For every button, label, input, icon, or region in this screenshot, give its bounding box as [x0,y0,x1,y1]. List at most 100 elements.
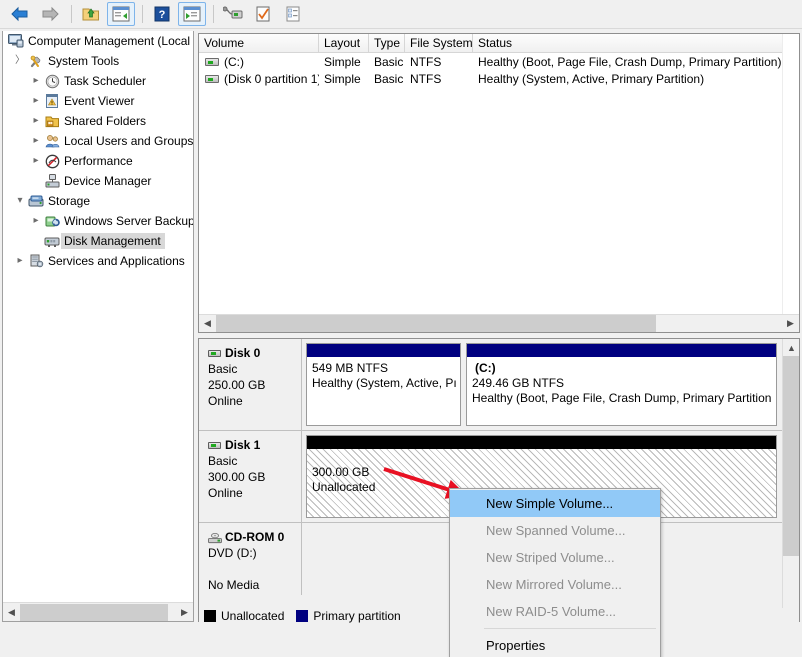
table-row[interactable]: (C:) Simple Basic NTFS Healthy (Boot, Pa… [199,53,799,70]
disk-0-state: Online [208,393,301,409]
cell-layout: Simple [319,55,369,69]
disk-row-disk-0[interactable]: Disk 0 Basic 250.00 GB Online 549 MB NTF… [199,339,783,431]
partition-color-bar [467,344,776,357]
chevron-right-icon[interactable]: ▸ [29,151,43,171]
scroll-left-arrow-icon[interactable]: ◀ [3,604,20,621]
forward-button[interactable] [36,2,64,26]
disk-icon [208,350,221,357]
toolbar-separator-1 [71,5,72,23]
volume-list-vertical-scrollbar[interactable] [782,34,799,316]
volume-list-header: Volume Layout Type File System Status [199,34,799,53]
tree-item-shared-folders[interactable]: ▸ Shared Folders [3,111,193,131]
services-icon [27,254,45,268]
cdrom-0-media-type: DVD (D:) [208,545,301,561]
help-icon: ? [154,6,170,22]
cell-volume: (C:) [219,55,319,69]
tree-item-local-users-and-groups[interactable]: ▸ Local Users and Groups [3,131,193,151]
disk-0-partitions: 549 MB NTFS Healthy (System, Active, Pı … [302,339,783,430]
tree-item-event-viewer[interactable]: ▸ Event Viewer [3,91,193,111]
tree-item-label: Shared Folders [61,114,146,128]
tree-item-label: Local Users and Groups [61,134,193,148]
tree-hscroll-track[interactable] [20,604,176,621]
users-icon [43,134,61,148]
show-hide-action-pane-button[interactable] [178,2,206,26]
disk-0-name: Disk 0 [225,345,260,361]
cdrom-0-info: CD-ROM 0 DVD (D:) No Media [199,523,302,595]
volume-list-pane: Volume Layout Type File System Status (C… [198,33,800,333]
menu-item-new-simple-volume[interactable]: New Simple Volume... [450,490,660,517]
tree-item-label: Disk Management [61,233,165,249]
menu-separator [484,628,656,629]
tree-item-system-tools[interactable]: 〉 System Tools [3,51,193,71]
cell-type: Basic [369,72,405,86]
up-one-level-button[interactable] [77,2,105,26]
chevron-right-icon[interactable]: ▸ [29,91,43,111]
forward-icon [40,6,60,22]
connect-to-another-computer-button[interactable] [219,2,247,26]
chevron-right-icon[interactable]: ▸ [13,251,27,271]
chevron-right-icon[interactable]: ▸ [29,131,43,151]
clock-icon [43,74,61,89]
volume-icon [205,58,219,66]
volume-list-horizontal-scrollbar[interactable]: ◀ ▶ [199,314,799,332]
console-tree-pane: Computer Management (Local 〉 System Tool… [2,31,194,622]
cell-file-system: NTFS [405,55,473,69]
tree-item-windows-server-backup[interactable]: ▸ Windows Server Backup [3,211,193,231]
partition-system-reserved[interactable]: 549 MB NTFS Healthy (System, Active, Pı [306,343,461,426]
cdrom-0-title-row: CD-ROM 0 [208,529,301,545]
disk-view-vscroll-thumb[interactable] [783,356,800,556]
menu-item-properties[interactable]: Properties [450,632,660,657]
volume-list-rows: (C:) Simple Basic NTFS Healthy (Boot, Pa… [199,53,799,87]
partition-color-bar [307,344,460,357]
disk-1-info: Disk 1 Basic 300.00 GB Online [199,431,302,522]
tree-item-task-scheduler[interactable]: ▸ Task Scheduler [3,71,193,91]
tree-item-device-manager[interactable]: Device Manager [3,171,193,191]
volume-hscroll-thumb[interactable] [216,315,656,332]
scroll-right-arrow-icon[interactable]: ▶ [176,604,193,621]
show-action-pane-icon [183,6,201,22]
storage-icon [27,194,45,208]
tree-item-label: Storage [45,194,90,208]
tree-item-services-and-applications[interactable]: ▸ Services and Applications [3,251,193,271]
disk-1-type: Basic [208,453,301,469]
column-header-layout[interactable]: Layout [319,34,369,52]
partition-c-drive[interactable]: (C:) 249.46 GB NTFS Healthy (Boot, Page … [466,343,777,426]
help-button[interactable]: ? [148,2,176,26]
tree-hscroll-thumb[interactable] [20,604,168,621]
chevron-down-icon[interactable]: ▾ [13,191,27,211]
disk-view-vertical-scrollbar[interactable]: ▲ ▼ [782,339,799,621]
column-header-type[interactable]: Type [369,34,405,52]
column-header-file-system[interactable]: File System [405,34,473,52]
scroll-up-arrow-icon[interactable]: ▲ [783,339,800,356]
chevron-right-icon[interactable]: ▸ [29,111,43,131]
disk-1-state: Online [208,485,301,501]
volume-hscroll-track[interactable] [216,315,782,332]
chevron-right-icon[interactable]: ▸ [29,71,43,91]
chevron-right-icon[interactable]: ▸ [29,211,43,231]
column-header-volume[interactable]: Volume [199,34,319,52]
toolbar-separator-3 [213,5,214,23]
scroll-right-arrow-icon[interactable]: ▶ [782,315,799,332]
partition-details: 549 MB NTFS Healthy (System, Active, Pı [307,357,460,425]
rescan-disks-button[interactable] [249,2,277,26]
tree-item-performance[interactable]: ▸ Performance [3,151,193,171]
partition-size: 549 MB NTFS [312,361,460,376]
tree-horizontal-scrollbar[interactable]: ◀ ▶ [3,602,193,621]
table-row[interactable]: (Disk 0 partition 1) Simple Basic NTFS H… [199,70,799,87]
disk-0-type: Basic [208,361,301,377]
properties-button[interactable] [279,2,307,26]
show-hide-console-tree-button[interactable] [107,2,135,26]
tree-item-disk-management[interactable]: Disk Management [3,231,193,251]
tree-item-computer-management[interactable]: Computer Management (Local [3,31,193,51]
toolbar: ? [0,0,802,29]
scroll-left-arrow-icon[interactable]: ◀ [199,315,216,332]
back-button[interactable] [6,2,34,26]
column-header-status[interactable]: Status [473,34,783,52]
chevron-down-icon[interactable]: 〉 [13,51,27,71]
disk-1-name: Disk 1 [225,437,260,453]
legend-label-primary-partition: Primary partition [313,609,400,623]
computer-management-window: ? [0,0,802,657]
disk-0-title-row: Disk 0 [208,345,301,361]
tree-item-storage[interactable]: ▾ Storage [3,191,193,211]
menu-item-new-spanned-volume: New Spanned Volume... [450,517,660,544]
